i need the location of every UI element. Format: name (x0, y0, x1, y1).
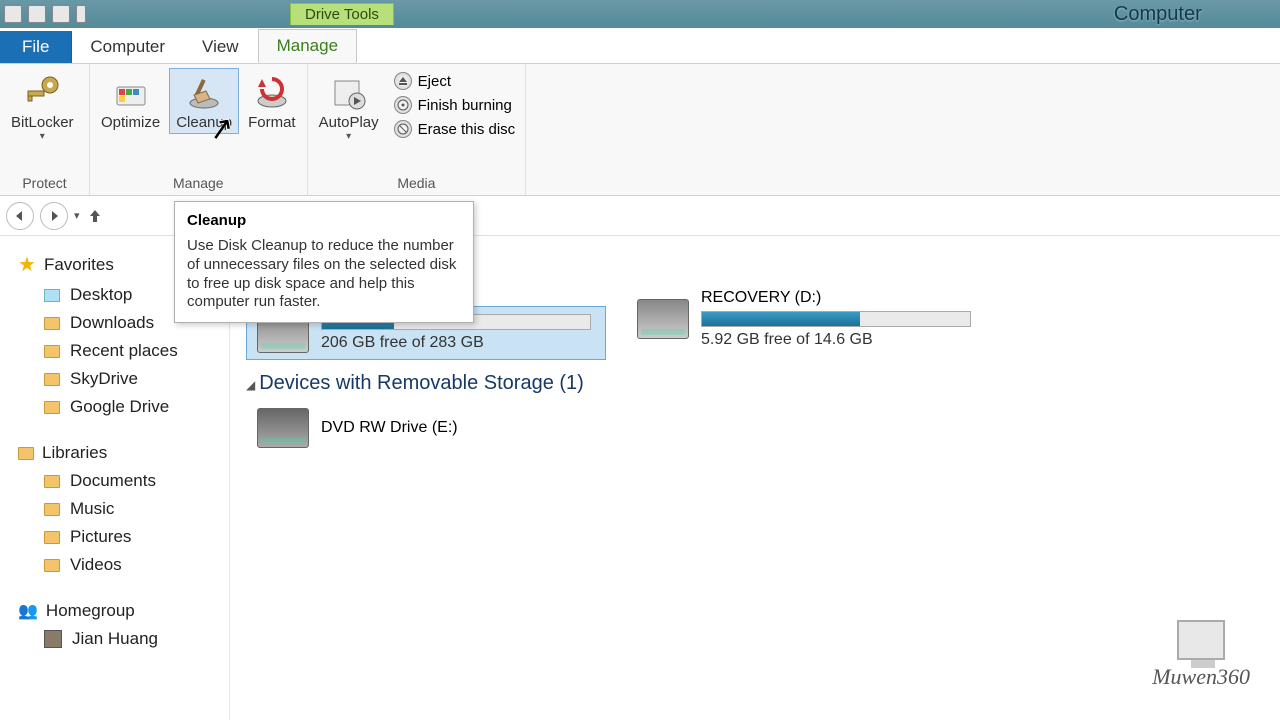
sidebar-item-user[interactable]: Jian Huang (4, 625, 225, 653)
sidebar-header-libraries[interactable]: Libraries (4, 435, 225, 467)
tab-computer[interactable]: Computer (72, 31, 184, 63)
autoplay-icon (329, 73, 369, 113)
qat-icon-2[interactable] (28, 5, 46, 23)
drive-d-free-text: 5.92 GB free of 14.6 GB (701, 331, 975, 349)
sidebar-item-documents[interactable]: Documents (4, 467, 225, 495)
format-refresh-icon (252, 73, 292, 113)
ribbon-tab-row: File Computer View Manage (0, 28, 1280, 64)
qat-dropdown-icon[interactable] (76, 5, 86, 23)
gdrive-icon (44, 401, 60, 414)
drive-d-usage-bar (701, 311, 971, 327)
group-header-removable[interactable]: ◢Devices with Removable Storage (1) (246, 372, 1264, 395)
group-label-media: Media (312, 175, 522, 193)
recent-icon (44, 345, 60, 358)
videos-icon (44, 559, 60, 572)
bitlocker-button[interactable]: BitLocker ▾ (4, 68, 81, 145)
drive-tile-e[interactable]: DVD RW Drive (E:) (246, 401, 606, 455)
drive-e-name: DVD RW Drive (E:) (321, 419, 595, 437)
back-button[interactable] (6, 202, 34, 230)
tooltip-body: Use Disk Cleanup to reduce the number of… (187, 237, 461, 312)
ribbon-group-manage: Optimize Cleanup Format Manage (90, 64, 308, 195)
dvd-drive-icon (257, 408, 309, 448)
tab-manage[interactable]: Manage (258, 29, 357, 63)
forward-button[interactable] (40, 202, 68, 230)
contextual-tab-drive-tools: Drive Tools (290, 3, 394, 25)
group-label-manage: Manage (94, 175, 303, 193)
pictures-icon (44, 531, 60, 544)
cleanup-button[interactable]: Cleanup (169, 68, 239, 134)
star-icon: ★ (18, 252, 36, 277)
hard-drive-icon (637, 299, 689, 339)
optimize-icon (111, 73, 151, 113)
chevron-down-icon: ▾ (40, 131, 45, 142)
user-avatar-icon (44, 630, 62, 648)
sidebar-item-recent[interactable]: Recent places (4, 337, 225, 365)
sidebar-item-googledrive[interactable]: Google Drive (4, 393, 225, 421)
sidebar-item-skydrive[interactable]: SkyDrive (4, 365, 225, 393)
title-bar: Drive Tools Computer (0, 0, 1280, 28)
erase-disc-button[interactable]: Erase this disc (390, 118, 520, 140)
collapse-triangle-icon: ◢ (246, 378, 255, 392)
sidebar-header-homegroup[interactable]: 👥 Homegroup (4, 593, 225, 625)
qat-icon-1[interactable] (4, 5, 22, 23)
optimize-button[interactable]: Optimize (94, 68, 167, 134)
drive-tile-d[interactable]: RECOVERY (D:) 5.92 GB free of 14.6 GB (626, 278, 986, 360)
music-icon (44, 503, 60, 516)
ribbon-group-media: AutoPlay ▾ Eject Finish burning Erase th… (308, 64, 527, 195)
disc-burn-icon (394, 96, 412, 114)
drive-c-free-text: 206 GB free of 283 GB (321, 334, 595, 352)
desktop-icon (44, 289, 60, 302)
watermark: Muwen360 (1152, 620, 1250, 690)
cleanup-tooltip: Cleanup Use Disk Cleanup to reduce the n… (174, 201, 474, 323)
lock-key-icon (22, 73, 62, 113)
ribbon-group-protect: BitLocker ▾ Protect (0, 64, 90, 195)
sidebar-item-videos[interactable]: Videos (4, 551, 225, 579)
finish-burning-button[interactable]: Finish burning (390, 94, 520, 116)
ribbon: BitLocker ▾ Protect Optimize Cleanup (0, 64, 1280, 196)
up-button[interactable] (86, 207, 104, 225)
libraries-icon (18, 447, 34, 460)
chevron-down-icon: ▾ (346, 131, 351, 142)
autoplay-button[interactable]: AutoPlay ▾ (312, 68, 386, 145)
group-label-protect: Protect (4, 175, 85, 193)
sidebar-item-pictures[interactable]: Pictures (4, 523, 225, 551)
cloud-icon (44, 373, 60, 386)
sidebar-item-music[interactable]: Music (4, 495, 225, 523)
qat-icon-3[interactable] (52, 5, 70, 23)
eject-button[interactable]: Eject (390, 70, 520, 92)
folder-icon (44, 317, 60, 330)
eject-icon (394, 72, 412, 90)
tooltip-title: Cleanup (187, 212, 461, 229)
format-button[interactable]: Format (241, 68, 303, 134)
window-title: Computer (1114, 3, 1202, 26)
tab-view[interactable]: View (184, 31, 258, 63)
quick-access-toolbar (0, 3, 90, 25)
tab-file[interactable]: File (0, 31, 72, 63)
drive-d-usage-fill (702, 312, 860, 326)
history-dropdown-icon[interactable]: ▾ (74, 209, 80, 222)
documents-icon (44, 475, 60, 488)
drive-d-name: RECOVERY (D:) (701, 289, 975, 307)
disc-erase-icon (394, 120, 412, 138)
homegroup-icon: 👥 (18, 601, 38, 621)
monitor-icon (1177, 620, 1225, 660)
cleanup-brush-icon (184, 73, 224, 113)
